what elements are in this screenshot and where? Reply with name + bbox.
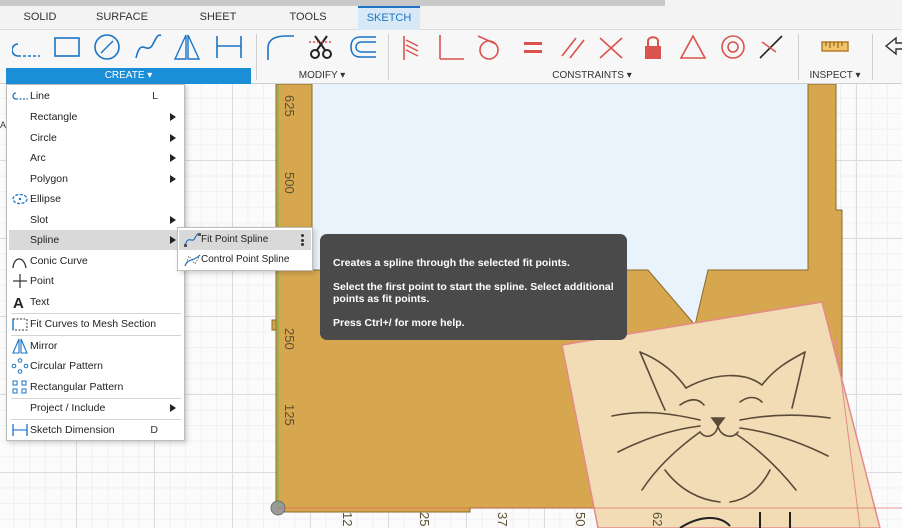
tooltip-instructions: Select the first point to start the spli… [333,281,614,305]
inspect-group-button[interactable]: INSPECT ▾ [804,68,866,84]
tab-tools[interactable]: TOOLS [282,6,334,30]
tangent-icon[interactable] [474,32,504,62]
menu-item-rectangular-pattern[interactable]: Rectangular Pattern [9,377,182,397]
constraints-group-button[interactable]: CONSTRAINTS ▾ [396,68,788,84]
create-group-button[interactable]: CREATE ▾ [6,68,251,84]
workspace-tabs: SOLID SURFACE SHEET METAL TOOLS SKETCH [0,0,902,45]
axis-label-y-125: 125 [282,404,297,426]
circle-tool-icon[interactable] [92,32,122,62]
concentric-icon[interactable] [718,32,748,62]
axis-label-x-25: 25 [417,512,432,527]
fit-point-spline-icon [183,232,201,248]
submenu-arrow-icon [170,113,176,121]
more-options-icon[interactable] [301,234,305,246]
conic-curve-icon [11,253,29,269]
axis-label-x-50: 50 [573,512,588,527]
menu-item-circle[interactable]: Circle [9,128,182,148]
submenu-arrow-icon [170,134,176,142]
menu-item-arc[interactable]: Arc [9,148,182,168]
create-dropdown-menu: Line L Rectangle Circle Arc Polygon Elli… [6,84,185,441]
line-tool-icon[interactable] [11,32,42,62]
offset-tool-icon[interactable] [346,32,376,62]
midpoint-icon[interactable] [678,32,708,62]
tooltip-help-hint: Press Ctrl+/ for more help. [333,317,465,329]
spline-submenu: Fit Point Spline Control Point Spline [177,227,313,271]
menu-item-control-point-spline[interactable]: Control Point Spline [179,250,311,270]
menu-item-point[interactable]: Point [9,271,182,291]
ribbon-toolbar: CREATE ▾ MODIFY ▾ CONSTRAINTS ▾ INSPECT … [0,30,902,84]
equal-icon[interactable] [518,32,548,62]
axis-label-y-625: 625 [282,95,297,117]
collinear-icon[interactable] [596,32,626,62]
submenu-arrow-icon [170,216,176,224]
sketch-dimension-icon [11,422,29,438]
tooltip-description: Creates a spline through the selected fi… [333,257,570,269]
submenu-arrow-icon [170,404,176,412]
rectangle-tool-icon[interactable] [52,32,82,62]
axis-label-y-500: 500 [282,172,297,194]
control-point-spline-icon [183,252,201,268]
menu-item-rectangle[interactable]: Rectangle [9,107,182,127]
tab-surface[interactable]: SURFACE [90,6,152,30]
axis-label-x-62: 62 [650,512,665,527]
point-icon [11,273,29,289]
menu-item-mirror[interactable]: Mirror [9,336,182,356]
dimension-tool-icon[interactable] [214,32,244,62]
menu-item-sketch-dimension[interactable]: Sketch Dimension D [9,420,182,440]
menu-item-fit-curves-to-mesh-section[interactable]: Fit Curves to Mesh Section [9,314,182,334]
spline-tool-icon[interactable] [133,32,163,62]
menu-item-line[interactable]: Line L [9,86,182,106]
mirror-icon [11,338,29,354]
tab-sheet-metal[interactable]: SHEET METAL [178,6,258,45]
menu-item-circular-pattern[interactable]: Circular Pattern [9,356,182,376]
ellipse-icon [11,191,29,207]
menu-item-fit-point-spline[interactable]: Fit Point Spline [179,230,311,250]
perpendicular-icon[interactable] [434,32,464,62]
insert-icon[interactable] [880,32,902,62]
coincident-icon[interactable] [396,32,426,62]
menu-item-conic-curve[interactable]: Conic Curve [9,251,182,271]
text-icon: A [11,294,29,312]
trim-tool-icon[interactable] [306,32,336,62]
command-tooltip: Creates a spline through the selected fi… [320,234,627,340]
menu-item-polygon[interactable]: Polygon [9,169,182,189]
measure-icon[interactable] [820,32,850,62]
fix-lock-icon[interactable] [638,32,668,62]
fit-curves-icon [11,316,29,332]
rectangular-pattern-icon [11,379,29,395]
axis-label-y-250: 250 [282,328,297,350]
mirror-tool-icon[interactable] [172,32,202,62]
svg-text:A: A [13,295,24,310]
modify-group-button[interactable]: MODIFY ▾ [262,68,382,84]
axis-label-x-12: 12 [340,512,355,527]
tab-solid[interactable]: SOLID [16,6,64,30]
menu-item-spline[interactable]: Spline [9,230,182,250]
axis-label-x-37: 37 [495,512,510,527]
parallel-icon[interactable] [558,32,588,62]
menu-item-text[interactable]: A Text [9,292,182,312]
tab-sketch[interactable]: SKETCH [358,6,420,30]
menu-item-ellipse[interactable]: Ellipse [9,189,182,209]
fillet-tool-icon[interactable] [264,32,294,62]
menu-item-project-include[interactable]: Project / Include [9,398,182,418]
circular-pattern-icon [11,358,29,374]
menu-item-slot[interactable]: Slot [9,210,182,230]
line-icon [11,88,29,104]
submenu-arrow-icon [170,154,176,162]
submenu-arrow-icon [170,175,176,183]
submenu-arrow-icon [170,236,176,244]
symmetry-icon[interactable] [756,32,786,62]
